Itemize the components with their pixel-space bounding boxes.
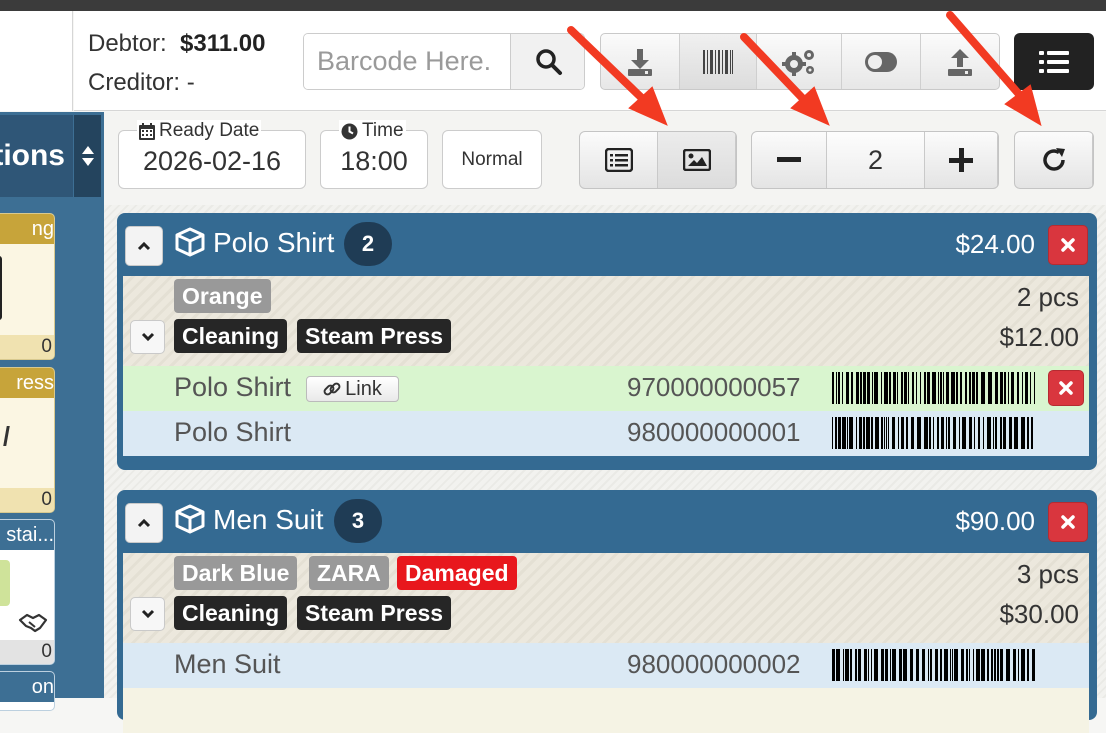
annotation-arrows bbox=[567, 11, 1042, 127]
arrow-refresh bbox=[946, 11, 1028, 104]
arrow-image-view bbox=[567, 26, 652, 108]
arrow-copies bbox=[740, 33, 812, 108]
arrow-head bbox=[1004, 84, 1042, 127]
